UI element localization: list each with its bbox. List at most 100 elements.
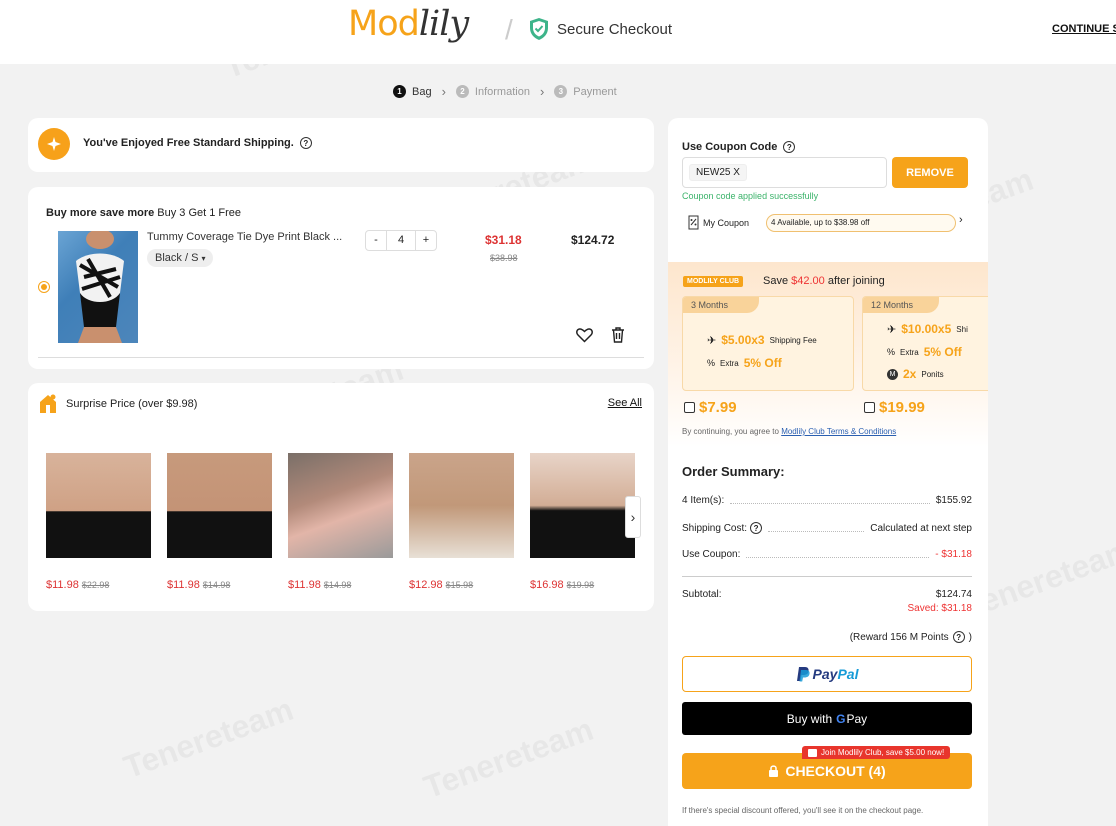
carousel-next-button[interactable]: › [625, 496, 641, 538]
free-shipping-text: You've Enjoyed Free Standard Shipping. ? [83, 137, 312, 149]
plan-shipping-label: Shi [956, 324, 968, 334]
club-plan-12-months[interactable]: 12 Months ✈ $10.00x5 Shi % Extra 5% Off … [862, 296, 988, 391]
plane-icon [38, 128, 70, 160]
club-agreement: By continuing, you agree to Modlily Club… [682, 427, 896, 436]
plan-checkbox[interactable] [864, 402, 875, 413]
club-plan-3-months[interactable]: 3 Months ✈ $5.00x3 Shipping Fee % Extra … [682, 296, 854, 391]
summary-items-label: 4 Item(s): [682, 495, 725, 506]
coupon-input[interactable]: NEW25 X [682, 157, 887, 188]
subtotal-value: $124.74 [935, 589, 972, 600]
surprise-title: Surprise Price (over $9.98) [66, 398, 198, 410]
product-sale-price: $11.98 [46, 579, 79, 591]
product-thumbnail[interactable] [409, 453, 514, 558]
chevron-right-icon: › [630, 509, 636, 525]
club-badge: MODLILY CLUB [683, 276, 744, 287]
plan-duration: 12 Months [863, 297, 939, 313]
paypal-pal-text: Pal [837, 666, 859, 682]
summary-shipping-label: Shipping Cost: [682, 522, 748, 534]
order-panel: Use Coupon Code ? NEW25 X REMOVE Coupon … [668, 118, 988, 826]
header-divider: / [505, 14, 513, 45]
plan-points-amount: 2x [903, 367, 917, 381]
product-thumbnail[interactable] [530, 453, 635, 558]
google-pay-button[interactable]: Buy with G Pay [682, 702, 972, 735]
plan-duration: 3 Months [683, 297, 759, 313]
modlily-logo[interactable]: Modlily [348, 4, 469, 44]
product-sale-price: $12.98 [409, 579, 443, 591]
coupon-title: Use Coupon Code ? [682, 141, 796, 153]
step-number: 2 [455, 85, 469, 98]
step-information[interactable]: Information [475, 86, 530, 98]
product-name[interactable]: Tummy Coverage Tie Dye Print Black ... [147, 231, 342, 243]
plan-price-label: $19.99 [879, 399, 925, 416]
heart-icon[interactable] [576, 327, 593, 343]
continue-shopping-link[interactable]: CONTINUE S [1052, 23, 1116, 35]
chevron-right-icon: › [539, 84, 545, 99]
agree-text: By continuing, you agree to [682, 427, 782, 436]
club-save-pre: Save [763, 275, 792, 287]
product-card[interactable]: $11.98 $14.98 [167, 453, 272, 591]
help-icon[interactable]: ? [952, 631, 965, 643]
step-bag[interactable]: Bag [412, 86, 432, 98]
saved-amount: Saved: $31.18 [907, 603, 973, 614]
surprise-price-card: Surprise Price (over $9.98) See All $11.… [28, 383, 654, 611]
divider [682, 576, 972, 577]
plan-shipping-amount: $10.00x5 [901, 322, 952, 336]
qty-decrease-button[interactable]: - [366, 231, 386, 250]
help-icon[interactable]: ? [783, 141, 796, 153]
reward-points-label: (Reward 156 M Points [849, 631, 949, 643]
product-card[interactable]: $12.98 $15.98 [409, 453, 514, 591]
plan-extra-label: Extra [900, 347, 919, 357]
club-save-amount: $42.00 [791, 275, 825, 287]
summary-items-row: 4 Item(s): $155.92 [682, 495, 972, 506]
free-shipping-banner: You've Enjoyed Free Standard Shipping. ? [28, 118, 654, 172]
product-card[interactable]: $11.98 $22.98 [46, 453, 151, 591]
gift-icon [808, 748, 817, 757]
plan-shipping-label: Shipping Fee [769, 335, 817, 345]
qty-increase-button[interactable]: + [416, 231, 436, 250]
join-club-badge[interactable]: Join Modlily Club, save $5.00 now! [802, 746, 951, 759]
qty-value[interactable]: 4 [386, 231, 416, 250]
remove-coupon-button[interactable]: REMOVE [892, 157, 968, 188]
discount-icon: % [707, 358, 716, 368]
subtotal-label: Subtotal: [682, 589, 722, 600]
summary-coupon-row: Use Coupon: - $31.18 [682, 549, 972, 560]
plan-checkbox[interactable] [684, 402, 695, 413]
plan-price-12-months[interactable]: $19.99 [864, 399, 925, 416]
plan-points-label: Ponits [921, 369, 944, 379]
caret-down-icon: ▾ [201, 254, 206, 263]
club-section: MODLILY CLUB Save $42.00 after joining 3… [668, 262, 988, 447]
plan-shipping-line: ✈ $5.00x3 Shipping Fee [707, 333, 817, 347]
coupon-chip[interactable]: NEW25 X [689, 164, 747, 181]
variant-select[interactable]: Black / S ▾ [147, 249, 214, 267]
line-total: $124.72 [571, 233, 615, 247]
see-all-link[interactable]: See All [608, 397, 642, 409]
product-sale-price: $11.98 [167, 579, 200, 591]
plane-icon: ✈ [707, 334, 717, 347]
product-thumbnail[interactable] [167, 453, 272, 558]
product-image[interactable] [58, 231, 138, 343]
product-card[interactable]: $11.98 $14.98 [288, 453, 393, 591]
item-actions [576, 327, 625, 343]
help-icon[interactable]: ? [299, 137, 312, 149]
checkout-label: CHECKOUT (4) [785, 763, 886, 779]
item-select-radio[interactable] [38, 281, 50, 293]
trash-icon[interactable] [611, 327, 625, 343]
club-save-text: Save $42.00 after joining [763, 275, 885, 287]
step-payment[interactable]: Payment [573, 86, 616, 98]
coupon-available-pill[interactable]: 4 Available, up to $38.98 off [766, 214, 956, 232]
plan-extra-amount: 5% Off [743, 356, 782, 370]
free-shipping-label: You've Enjoyed Free Standard Shipping. [83, 137, 294, 149]
plan-price-3-months[interactable]: $7.99 [684, 399, 737, 416]
product-card[interactable]: $16.98 $19.98 [530, 453, 635, 591]
product-thumbnail[interactable] [288, 453, 393, 558]
club-terms-link[interactable]: Modlily Club Terms & Conditions [781, 427, 896, 436]
gift-house-icon [40, 394, 56, 413]
join-club-label: Join Modlily Club, save $5.00 now! [821, 748, 945, 757]
summary-coupon-value: - $31.18 [935, 549, 972, 560]
plan-shipping-line: ✈ $10.00x5 Shi [887, 322, 968, 336]
help-icon[interactable]: ? [750, 522, 763, 534]
product-thumbnail[interactable] [46, 453, 151, 558]
paypal-button[interactable]: Pay Pal [682, 656, 972, 692]
my-coupon[interactable]: My Coupon [688, 215, 749, 230]
chevron-right-icon[interactable]: › [959, 214, 963, 226]
